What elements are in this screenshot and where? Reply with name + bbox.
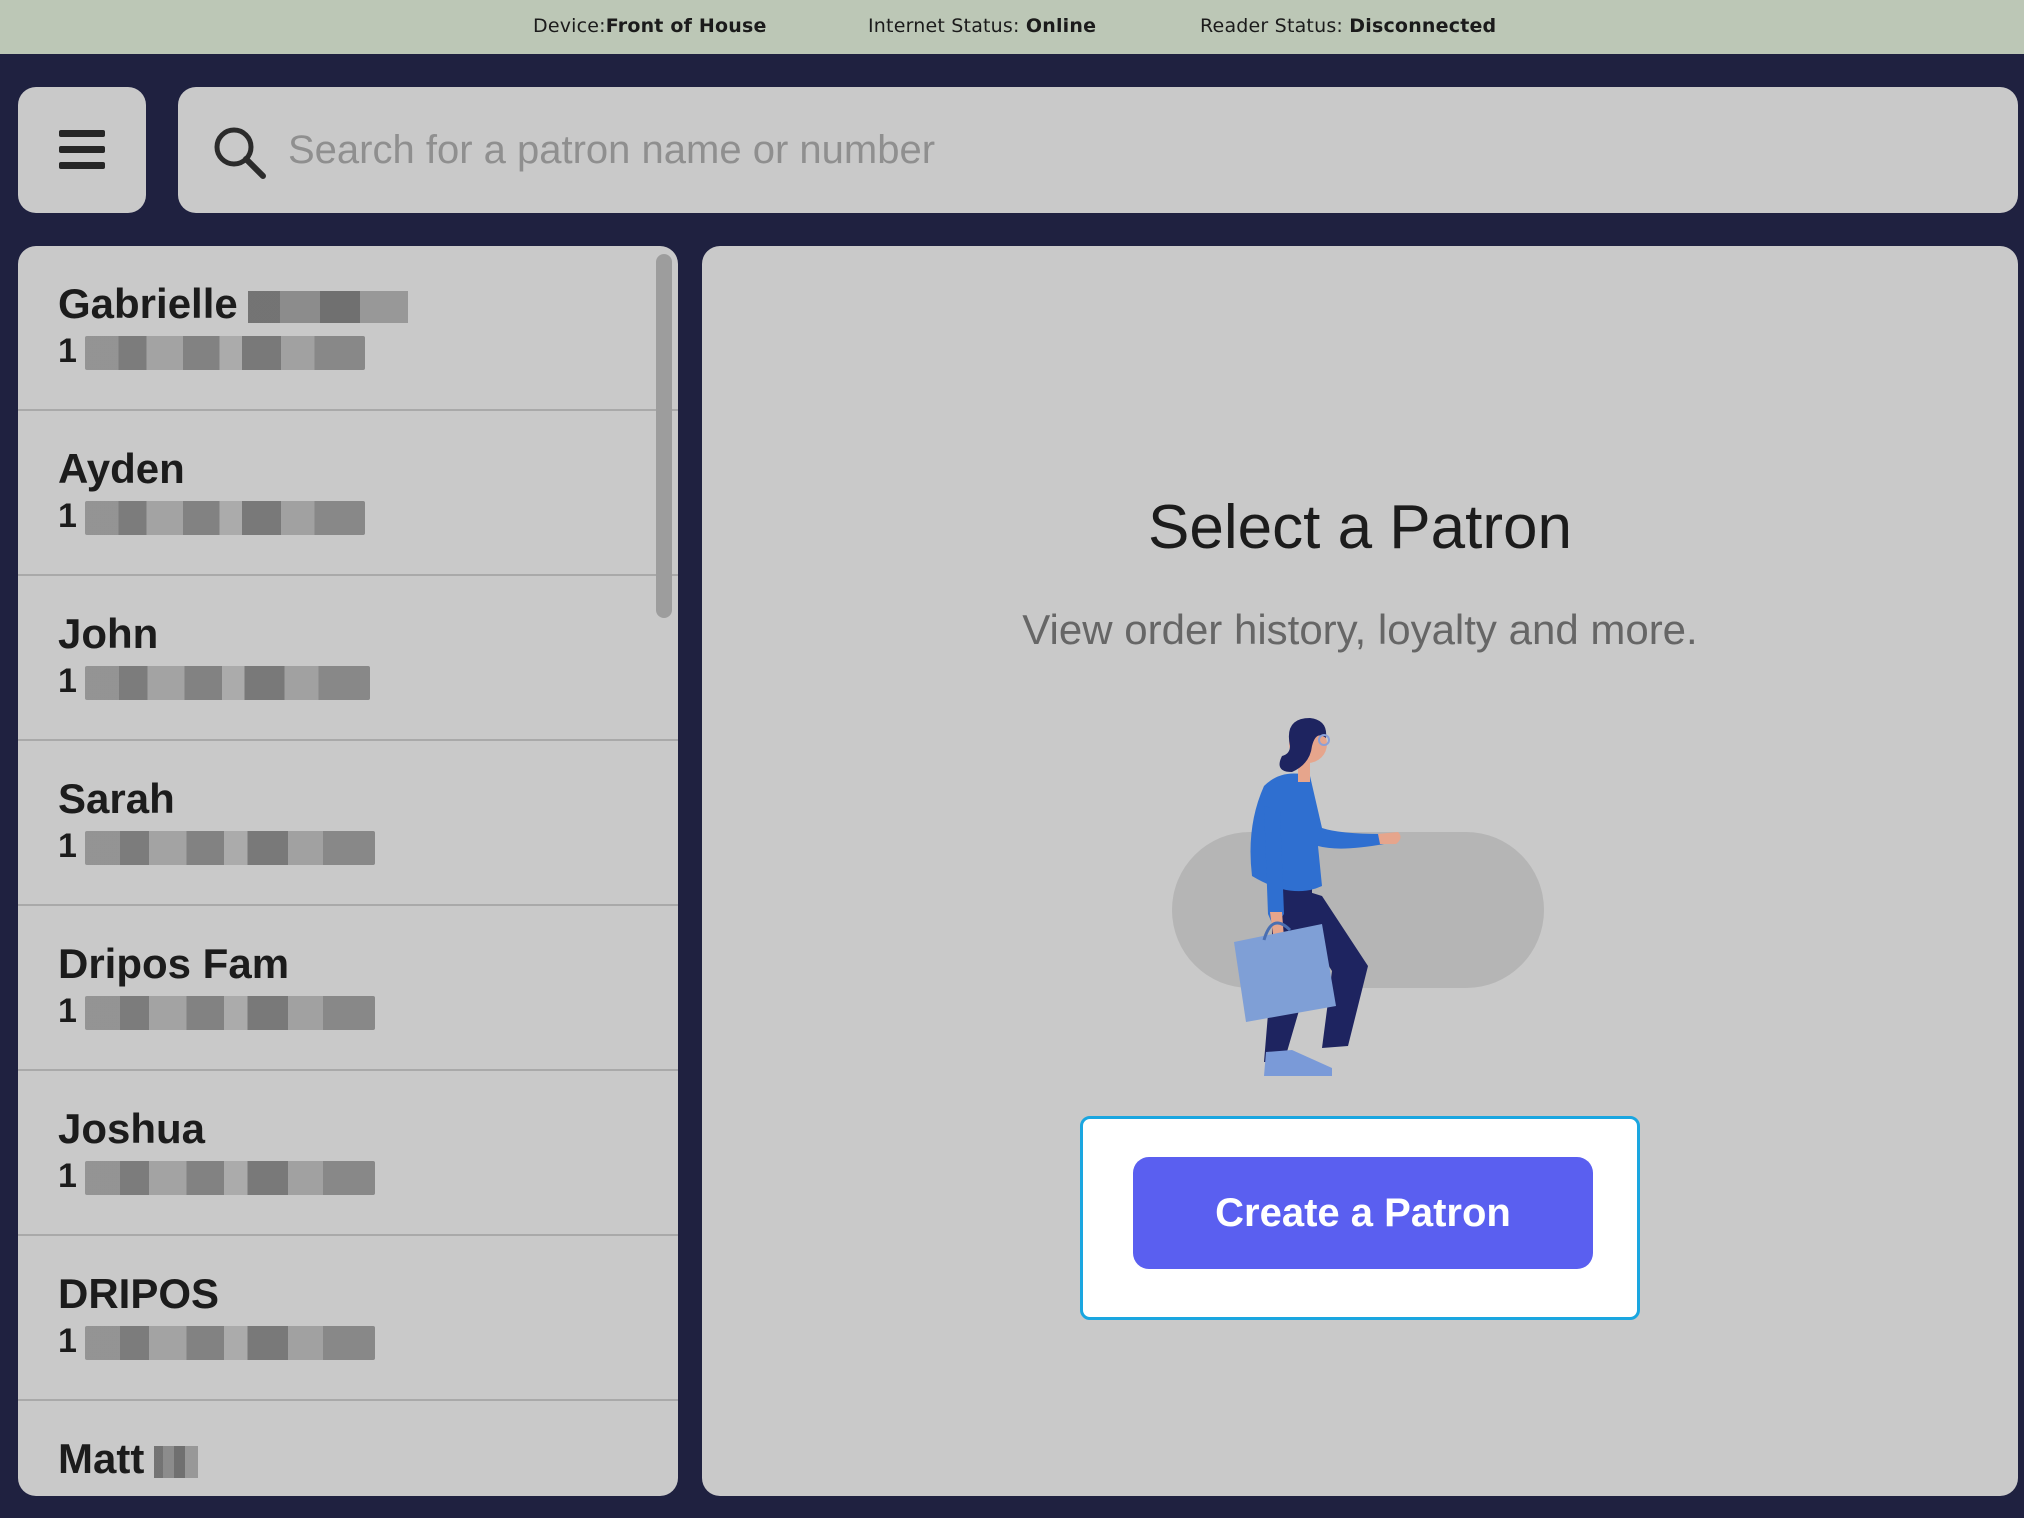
patron-list-item[interactable]: Matt	[18, 1401, 678, 1496]
internet-status-value: Online	[1025, 15, 1097, 37]
patron-list-item[interactable]: Ayden 1	[18, 411, 678, 576]
hamburger-menu-icon	[59, 130, 105, 170]
device-status: Device:Front of House	[533, 15, 767, 37]
redacted-phone	[84, 666, 370, 701]
reader-status: Reader Status: Disconnected	[1200, 15, 1496, 37]
reader-status-label: Reader Status:	[1200, 15, 1350, 37]
patron-list-item[interactable]: DRIPOS 1	[18, 1236, 678, 1401]
status-bar: Device:Front of House Internet Status: O…	[0, 0, 2024, 54]
patron-name: Joshua	[58, 1105, 206, 1152]
patron-list-item[interactable]: John 1	[18, 576, 678, 741]
patron-phone: 1	[58, 497, 77, 535]
patron-phone: 1	[58, 332, 77, 370]
redacted-phone	[84, 1161, 375, 1196]
patron-list-scrollbar[interactable]	[656, 254, 672, 618]
menu-button[interactable]	[18, 87, 146, 213]
patron-name: Ayden	[58, 445, 185, 492]
main-panel: Select a Patron View order history, loya…	[702, 246, 2018, 1496]
reader-status-value: Disconnected	[1349, 15, 1497, 37]
patron-list-item[interactable]: Sarah 1	[18, 741, 678, 906]
create-patron-focus-frame: Create a Patron	[1080, 1116, 1640, 1320]
patron-name: DRIPOS	[58, 1270, 220, 1317]
redacted-name	[247, 290, 408, 323]
redacted-phone	[84, 996, 375, 1031]
patron-phone: 1	[58, 662, 77, 700]
page-subtitle: View order history, loyalty and more.	[1022, 606, 1698, 653]
search-input[interactable]	[288, 121, 1988, 179]
patron-list-item[interactable]: Gabrielle 1	[18, 246, 678, 411]
redacted-phone	[84, 501, 365, 536]
device-status-label: Device:	[533, 15, 606, 37]
search-icon	[214, 127, 266, 179]
patron-phone: 1	[58, 827, 77, 865]
internet-status: Internet Status: Online	[868, 15, 1096, 37]
redacted-phone	[84, 831, 375, 866]
redacted-phone	[84, 336, 365, 371]
patron-list[interactable]: Gabrielle 1 Ayden 1 John 1 Sarah 1 Dripo…	[18, 246, 678, 1496]
device-status-value: Front of House	[605, 15, 767, 37]
patron-phone: 1	[58, 1157, 77, 1195]
patron-name: Gabrielle	[58, 280, 238, 327]
shopper-illustration	[1172, 718, 1544, 1076]
patron-name: Matt	[58, 1435, 145, 1482]
patron-name: Sarah	[58, 775, 175, 822]
redacted-name	[154, 1445, 199, 1478]
patron-phone: 1	[58, 1322, 77, 1360]
redacted-phone	[84, 1326, 375, 1361]
create-patron-button[interactable]: Create a Patron	[1133, 1157, 1593, 1269]
patron-list-item[interactable]: Dripos Fam 1	[18, 906, 678, 1071]
patron-list-item[interactable]: Joshua 1	[18, 1071, 678, 1236]
search-bar[interactable]	[178, 87, 2018, 213]
patron-name: John	[58, 610, 159, 657]
patron-phone: 1	[58, 992, 77, 1030]
internet-status-label: Internet Status:	[868, 15, 1026, 37]
page-title: Select a Patron	[1148, 493, 1572, 562]
patron-name: Dripos Fam	[58, 940, 290, 987]
